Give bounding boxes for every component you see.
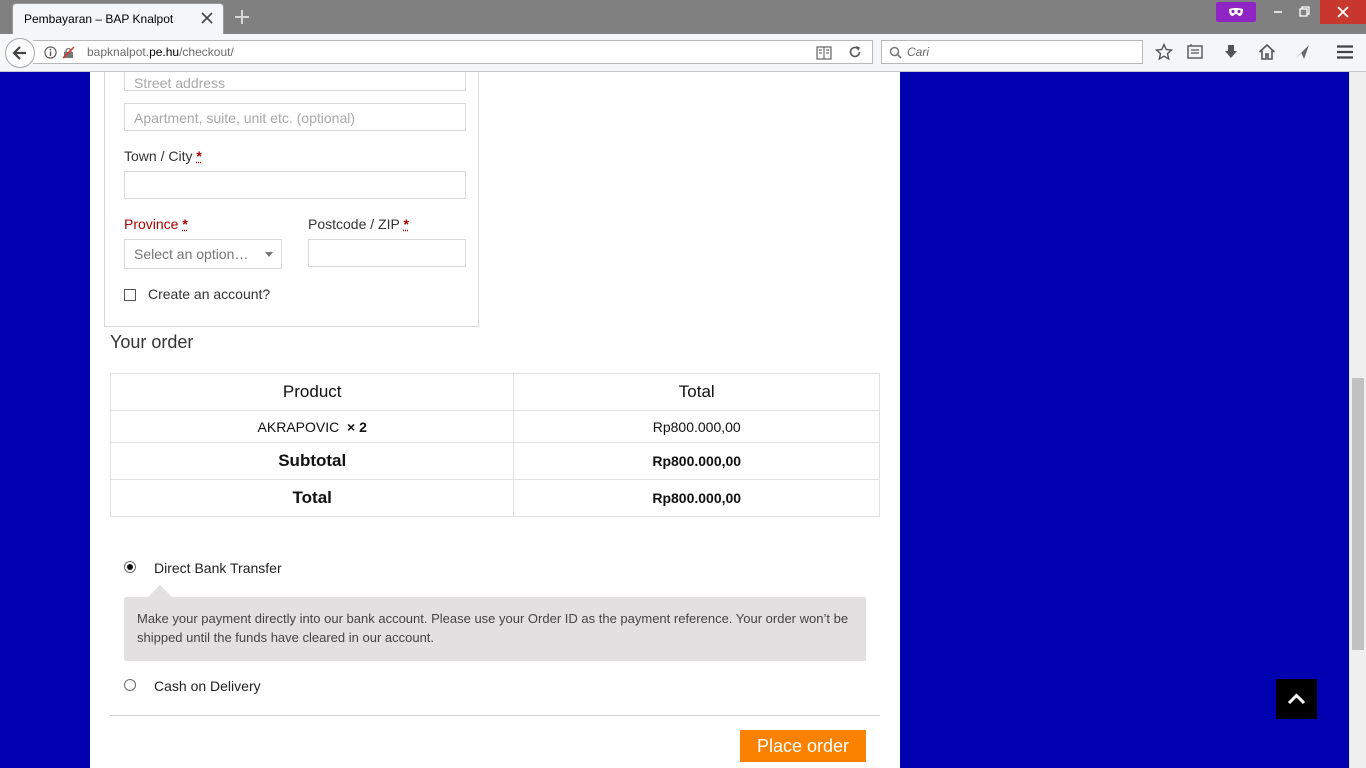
province-select[interactable]: Select an option… bbox=[124, 239, 282, 269]
subtotal-label: Subtotal bbox=[109, 442, 515, 480]
your-order-heading: Your order bbox=[110, 332, 194, 352]
create-account-label: Create an account? bbox=[148, 286, 271, 302]
street-address-input[interactable]: Street address bbox=[124, 72, 466, 91]
downloads-icon[interactable] bbox=[1222, 43, 1240, 61]
search-placeholder: Cari bbox=[907, 45, 930, 59]
reader-view-icon[interactable] bbox=[816, 46, 832, 60]
apartment-input[interactable]: Apartment, suite, unit etc. (optional) bbox=[124, 103, 466, 131]
close-window-icon[interactable] bbox=[1320, 0, 1366, 24]
bank-transfer-description: Make your payment directly into our bank… bbox=[124, 597, 866, 661]
create-account-checkbox[interactable] bbox=[124, 289, 136, 301]
scrollbar-thumb[interactable] bbox=[1352, 378, 1364, 650]
cash-on-delivery-label[interactable]: Cash on Delivery bbox=[154, 678, 261, 694]
total-row: Total Rp800.000,00 bbox=[109, 479, 880, 517]
total-value: Rp800.000,00 bbox=[513, 479, 880, 517]
town-city-input[interactable] bbox=[124, 171, 466, 199]
browser-tab[interactable]: Pembayaran – BAP Knalpot bbox=[12, 3, 224, 34]
window-titlebar: Pembayaran – BAP Knalpot bbox=[0, 0, 1366, 34]
province-label: Province * bbox=[124, 216, 188, 232]
reload-icon[interactable] bbox=[848, 45, 862, 59]
private-browsing-mask-icon bbox=[1216, 2, 1256, 22]
close-tab-icon[interactable] bbox=[199, 10, 215, 26]
table-header-row: Product Total bbox=[109, 373, 880, 411]
chevron-up-icon bbox=[1287, 693, 1306, 705]
minimize-window-icon[interactable] bbox=[1266, 0, 1290, 24]
town-city-label: Town / City * bbox=[124, 148, 202, 164]
subtotal-value: Rp800.000,00 bbox=[513, 442, 880, 480]
postcode-label: Postcode / ZIP * bbox=[308, 216, 409, 232]
product-cell: AKRAPOVIC × 2 bbox=[109, 410, 515, 443]
total-label: Total bbox=[109, 479, 515, 517]
product-total: Rp800.000,00 bbox=[513, 410, 880, 443]
postcode-input[interactable] bbox=[308, 239, 466, 267]
order-table: Product Total AKRAPOVIC × 2 Rp800.000,00… bbox=[109, 373, 880, 517]
search-bar[interactable]: Cari bbox=[881, 40, 1143, 64]
url-text[interactable]: bapknalpot.pe.hu/checkout/ bbox=[87, 45, 234, 59]
bookmark-star-icon[interactable] bbox=[1155, 43, 1173, 61]
bank-transfer-radio[interactable] bbox=[124, 561, 136, 573]
new-tab-icon[interactable] bbox=[234, 9, 250, 25]
divider bbox=[110, 715, 880, 716]
bank-transfer-label[interactable]: Direct Bank Transfer bbox=[154, 560, 282, 576]
product-name: AKRAPOVIC bbox=[257, 418, 340, 435]
tab-title: Pembayaran – BAP Knalpot bbox=[24, 12, 174, 26]
cash-on-delivery-radio[interactable] bbox=[124, 679, 136, 691]
subtotal-row: Subtotal Rp800.000,00 bbox=[109, 442, 880, 480]
page-scrollbar[interactable] bbox=[1349, 72, 1366, 768]
insecure-lock-icon[interactable] bbox=[62, 46, 75, 59]
restore-window-icon[interactable] bbox=[1292, 0, 1316, 24]
search-icon bbox=[889, 46, 902, 59]
payment-description-arrow bbox=[148, 585, 172, 597]
back-to-top-button[interactable] bbox=[1276, 679, 1317, 719]
url-bar[interactable]: bapknalpot.pe.hu/checkout/ bbox=[33, 40, 873, 64]
table-row: AKRAPOVIC × 2 Rp800.000,00 bbox=[109, 410, 880, 443]
home-icon[interactable] bbox=[1258, 43, 1276, 61]
checkout-page: Street address Apartment, suite, unit et… bbox=[90, 72, 900, 768]
product-quantity: × 2 bbox=[347, 418, 367, 435]
navigation-toolbar: bapknalpot.pe.hu/checkout/ Cari bbox=[0, 34, 1366, 72]
province-select-value: Select an option… bbox=[134, 246, 249, 262]
column-header-total: Total bbox=[513, 373, 880, 411]
chevron-down-icon bbox=[265, 252, 273, 257]
billing-details-box: Street address Apartment, suite, unit et… bbox=[104, 72, 479, 327]
column-header-product: Product bbox=[109, 373, 515, 411]
bookmarks-menu-icon[interactable] bbox=[1186, 43, 1204, 61]
place-order-button[interactable]: Place order bbox=[740, 730, 866, 762]
site-info-icon[interactable] bbox=[44, 46, 57, 59]
send-icon[interactable] bbox=[1293, 43, 1311, 61]
back-arrow-icon bbox=[12, 46, 26, 60]
hamburger-menu-icon[interactable] bbox=[1336, 43, 1354, 61]
back-button[interactable] bbox=[5, 38, 35, 68]
